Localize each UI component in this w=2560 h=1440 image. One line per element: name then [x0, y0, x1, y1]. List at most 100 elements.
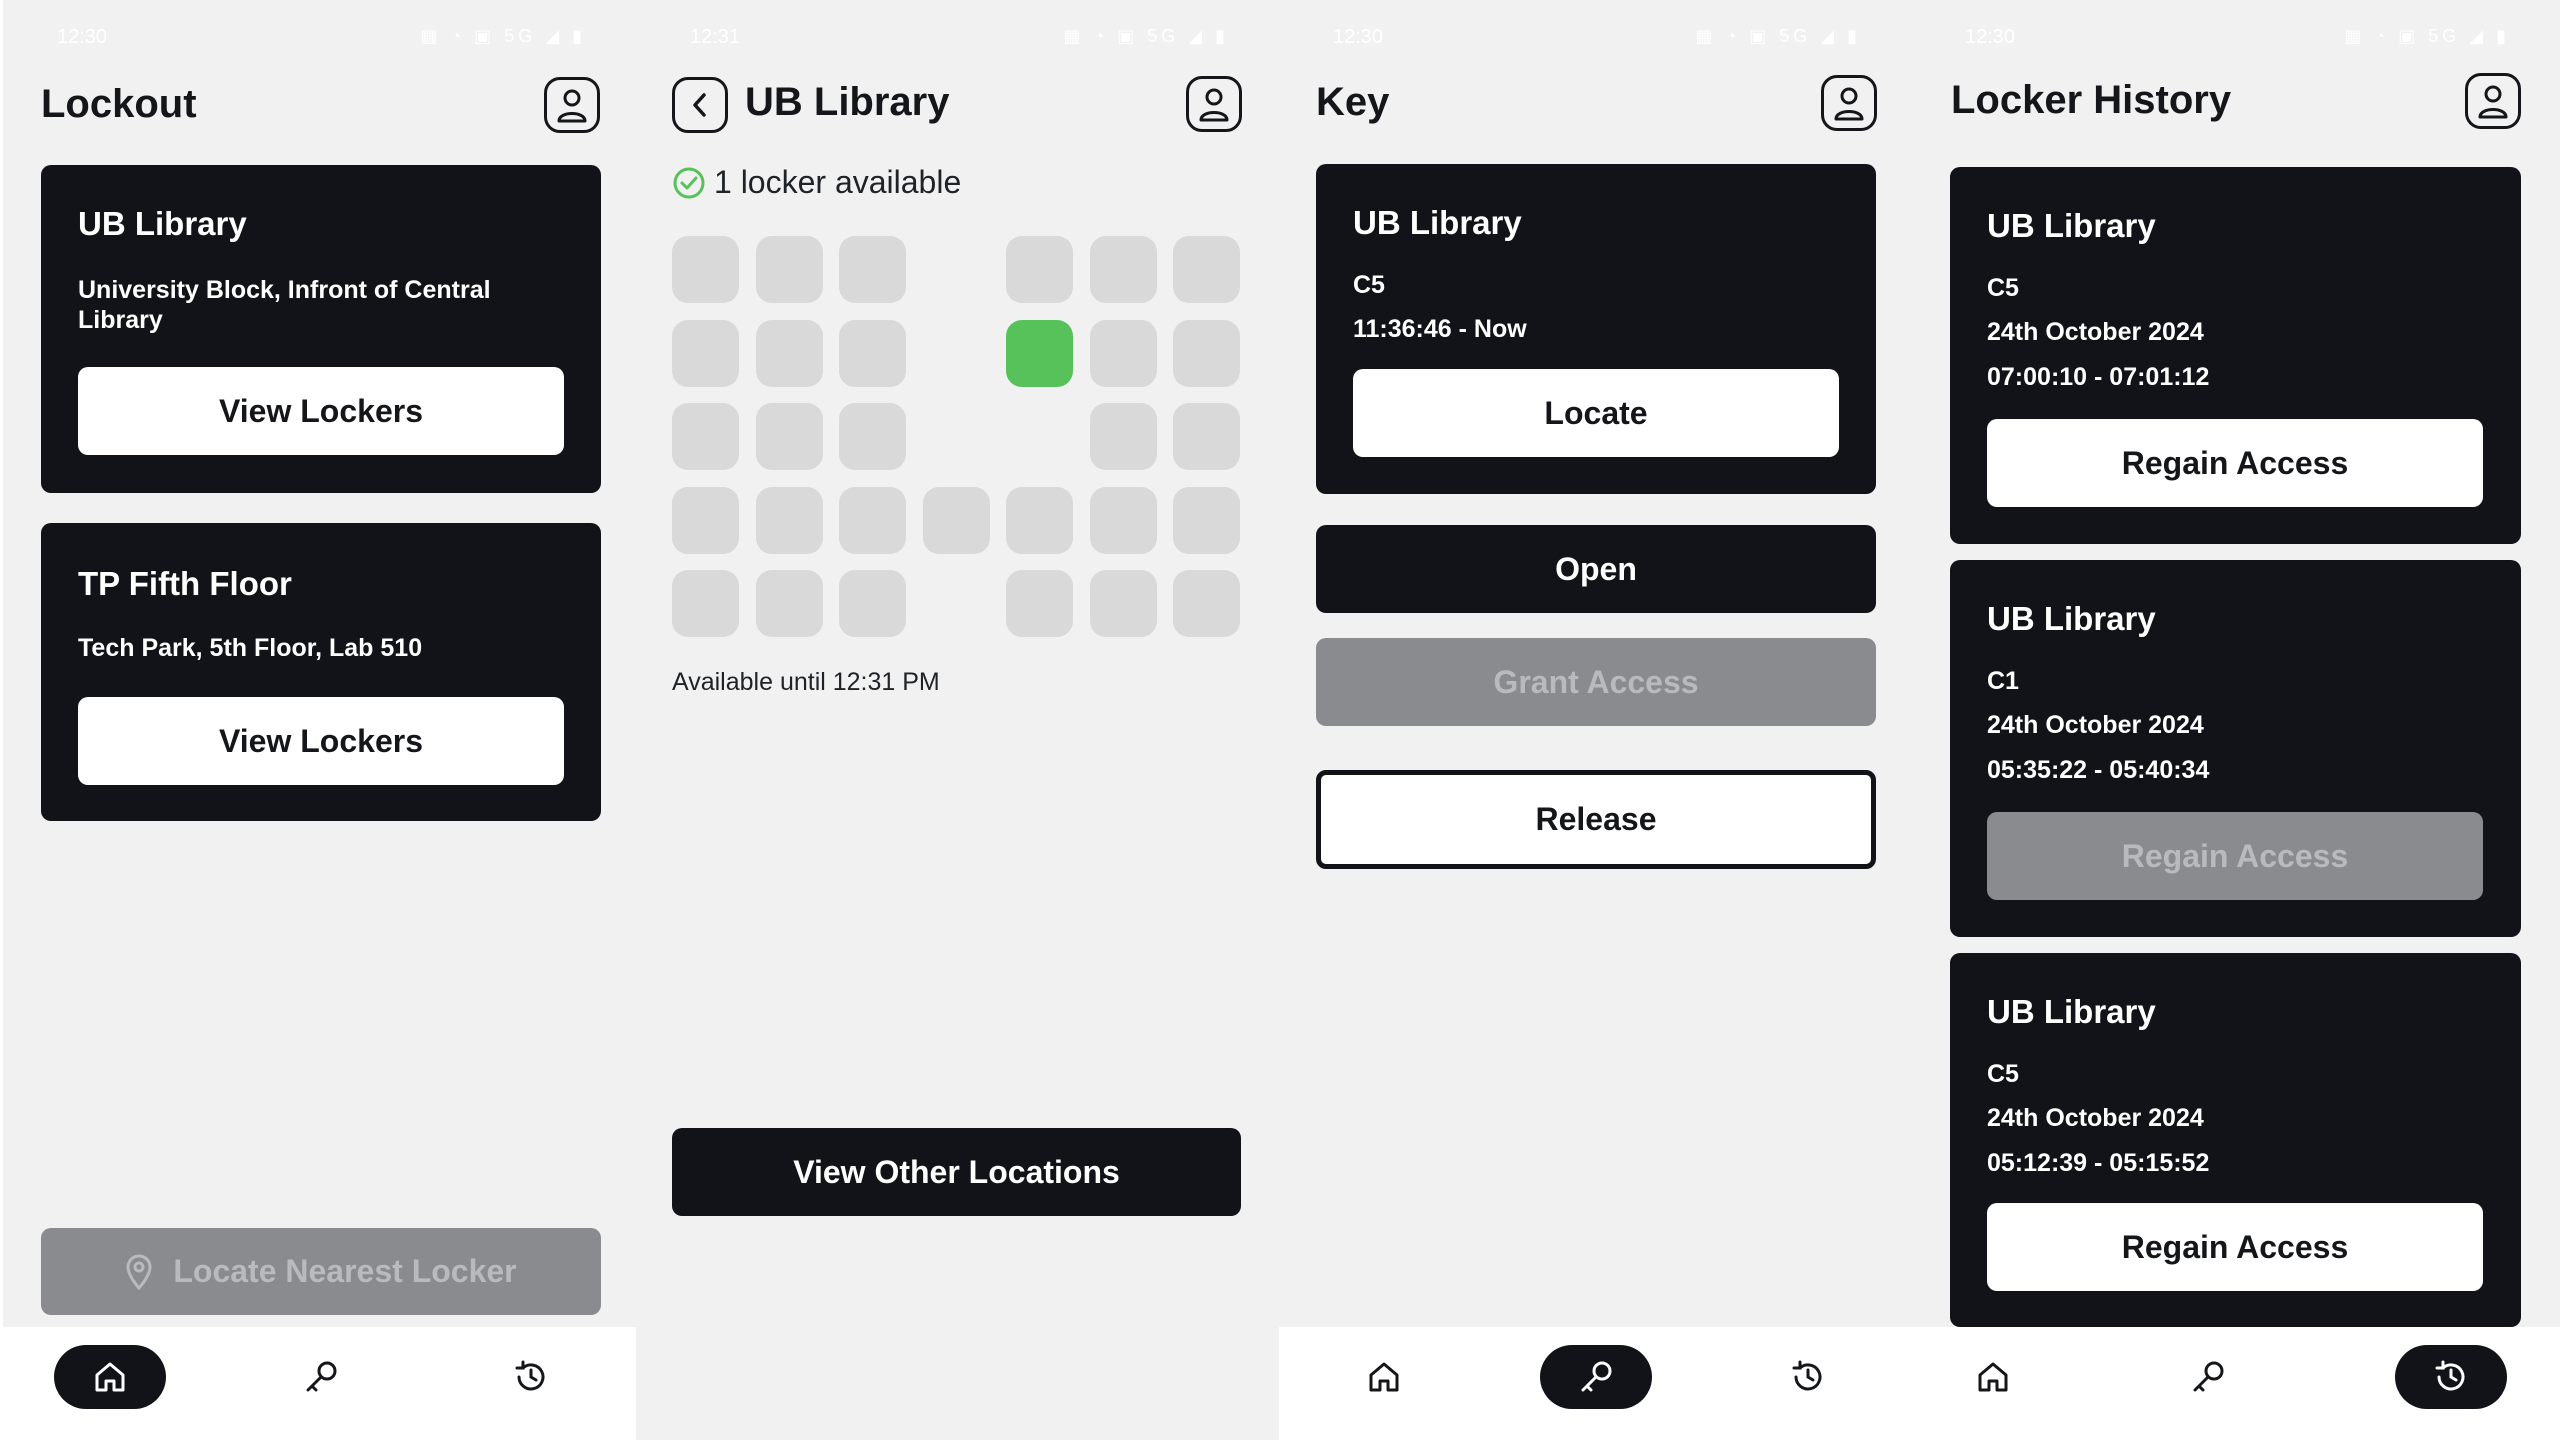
history-locker-id: C5	[1987, 1060, 2019, 1088]
locker-occupied[interactable]	[1089, 570, 1157, 637]
library-screen: 12:31 ▦ ◔ ▣ 5G ◢ ▮ UB Library 1 locker a…	[636, 0, 1279, 1440]
locker-occupied[interactable]	[755, 236, 823, 303]
locker-occupied[interactable]	[1006, 486, 1073, 554]
locate-button[interactable]: Locate	[1353, 369, 1839, 457]
view-lockers-button[interactable]: View Lockers	[78, 697, 564, 785]
locker-occupied[interactable]	[672, 236, 739, 303]
history-time: 05:35:22 - 05:40:34	[1987, 756, 2210, 784]
home-screen: 12:30 ▦ ◔ ▣ 5G ◢ ▮ Lockout UB Library Un…	[3, 0, 636, 1440]
locker-occupied[interactable]	[755, 486, 823, 554]
bottom-nav	[1279, 1327, 1911, 1440]
locker-occupied[interactable]	[755, 570, 823, 637]
location-card: UB Library University Block, Infront of …	[41, 165, 601, 493]
locker-occupied[interactable]	[672, 486, 739, 554]
history-date: 24th October 2024	[1987, 711, 2204, 739]
status-time: 12:30	[1333, 26, 1384, 48]
history-location: UB Library	[1987, 207, 2156, 244]
key-time: 11:36:46 - Now	[1353, 315, 1527, 343]
key-icon	[1581, 1361, 1612, 1392]
status-icons: ▦ ◔ ▣ 5G ◢ ▮	[420, 26, 586, 46]
nav-history[interactable]	[1752, 1345, 1864, 1409]
location-name: UB Library	[78, 205, 247, 242]
status-time: 12:30	[1965, 26, 2016, 48]
locker-occupied[interactable]	[1089, 236, 1157, 303]
locate-nearest-button[interactable]: Locate Nearest Locker	[41, 1228, 601, 1315]
locker-occupied[interactable]	[672, 403, 739, 470]
nav-home[interactable]	[54, 1345, 166, 1409]
regain-access-button[interactable]: Regain Access	[1987, 812, 2483, 900]
regain-access-button[interactable]: Regain Access	[1987, 1203, 2483, 1291]
locker-occupied[interactable]	[839, 486, 906, 554]
locate-nearest-label: Locate Nearest Locker	[173, 1253, 517, 1289]
locker-occupied[interactable]	[755, 319, 823, 387]
open-button[interactable]: Open	[1316, 525, 1876, 613]
locker-occupied[interactable]	[672, 570, 739, 637]
key-screen: 12:30 ▦ ◔ ▣ 5G ◢ ▮ Key UB Library C5 11:…	[1279, 0, 1911, 1440]
nav-history[interactable]	[2395, 1345, 2507, 1409]
nav-history[interactable]	[475, 1345, 587, 1409]
locker-occupied[interactable]	[922, 486, 990, 554]
status-bar: 12:30 ▦ ◔ ▣ 5G ◢ ▮	[1911, 24, 2560, 54]
locker-occupied[interactable]	[1089, 403, 1157, 470]
profile-button[interactable]	[1821, 75, 1877, 131]
locker-occupied[interactable]	[1173, 486, 1240, 554]
home-icon	[95, 1362, 125, 1392]
release-button[interactable]: Release	[1316, 770, 1876, 869]
history-screen: 12:30 ▦ ◔ ▣ 5G ◢ ▮ Locker History UB Lib…	[1911, 0, 2560, 1440]
history-location: UB Library	[1987, 993, 2156, 1030]
key-locker-id: C5	[1353, 271, 1385, 299]
location-address: University Block, Infront of Central Lib…	[78, 276, 491, 334]
history-locker-id: C5	[1987, 274, 2019, 302]
locker-occupied[interactable]	[1173, 319, 1240, 387]
nav-home[interactable]	[1937, 1345, 2049, 1409]
history-date: 24th October 2024	[1987, 318, 2204, 346]
active-key-card: UB Library C5 11:36:46 - Now Locate	[1316, 164, 1876, 494]
locker-available[interactable]	[1006, 319, 1073, 387]
nav-key[interactable]	[265, 1345, 377, 1409]
page-title: UB Library	[745, 80, 950, 124]
history-time: 05:12:39 - 05:15:52	[1987, 1149, 2210, 1177]
bottom-nav	[3, 1327, 636, 1440]
locker-occupied[interactable]	[1173, 570, 1240, 637]
history-card: UB Library C5 24th October 2024 07:00:10…	[1950, 167, 2521, 544]
locker-occupied[interactable]	[1089, 486, 1157, 554]
location-name: TP Fifth Floor	[78, 565, 292, 602]
user-icon	[2478, 85, 2508, 119]
location-address: Tech Park, 5th Floor, Lab 510	[78, 634, 423, 662]
profile-button[interactable]	[2465, 73, 2521, 129]
history-card: UB Library C1 24th October 2024 05:35:22…	[1950, 560, 2521, 937]
grant-access-button[interactable]: Grant Access	[1316, 638, 1876, 726]
home-icon	[1978, 1362, 2008, 1392]
page-title: Key	[1316, 80, 1390, 124]
profile-button[interactable]	[544, 77, 600, 133]
locker-occupied[interactable]	[1006, 236, 1073, 303]
key-location: UB Library	[1353, 204, 1522, 241]
available-count: 1 locker available	[714, 164, 962, 200]
locker-occupied[interactable]	[839, 403, 906, 470]
locker-occupied[interactable]	[755, 403, 823, 470]
regain-access-button[interactable]: Regain Access	[1987, 419, 2483, 507]
user-icon	[1834, 87, 1864, 121]
locker-occupied[interactable]	[1173, 403, 1240, 470]
locker-occupied[interactable]	[1006, 570, 1073, 637]
locker-occupied[interactable]	[839, 236, 906, 303]
nav-home[interactable]	[1328, 1345, 1440, 1409]
locker-occupied[interactable]	[1089, 319, 1157, 387]
view-other-locations-button[interactable]: View Other Locations	[672, 1128, 1241, 1216]
map-pin-icon	[126, 1254, 152, 1290]
view-lockers-button[interactable]: View Lockers	[78, 367, 564, 455]
location-card: TP Fifth Floor Tech Park, 5th Floor, Lab…	[41, 523, 601, 821]
nav-key[interactable]	[1540, 1345, 1652, 1409]
locker-occupied[interactable]	[839, 570, 906, 637]
locker-occupied[interactable]	[839, 319, 906, 387]
locker-occupied[interactable]	[672, 319, 739, 387]
status-bar: 12:31 ▦ ◔ ▣ 5G ◢ ▮	[636, 24, 1279, 54]
locker-occupied[interactable]	[1173, 236, 1240, 303]
page-title: Lockout	[41, 82, 197, 126]
history-icon	[1792, 1360, 1822, 1391]
nav-key[interactable]	[2152, 1345, 2264, 1409]
back-button[interactable]	[672, 77, 728, 133]
history-card: UB Library C5 24th October 2024 05:12:39…	[1950, 953, 2521, 1327]
status-icons: ▦ ◔ ▣ 5G ◢ ▮	[1063, 26, 1229, 46]
profile-button[interactable]	[1186, 76, 1242, 132]
